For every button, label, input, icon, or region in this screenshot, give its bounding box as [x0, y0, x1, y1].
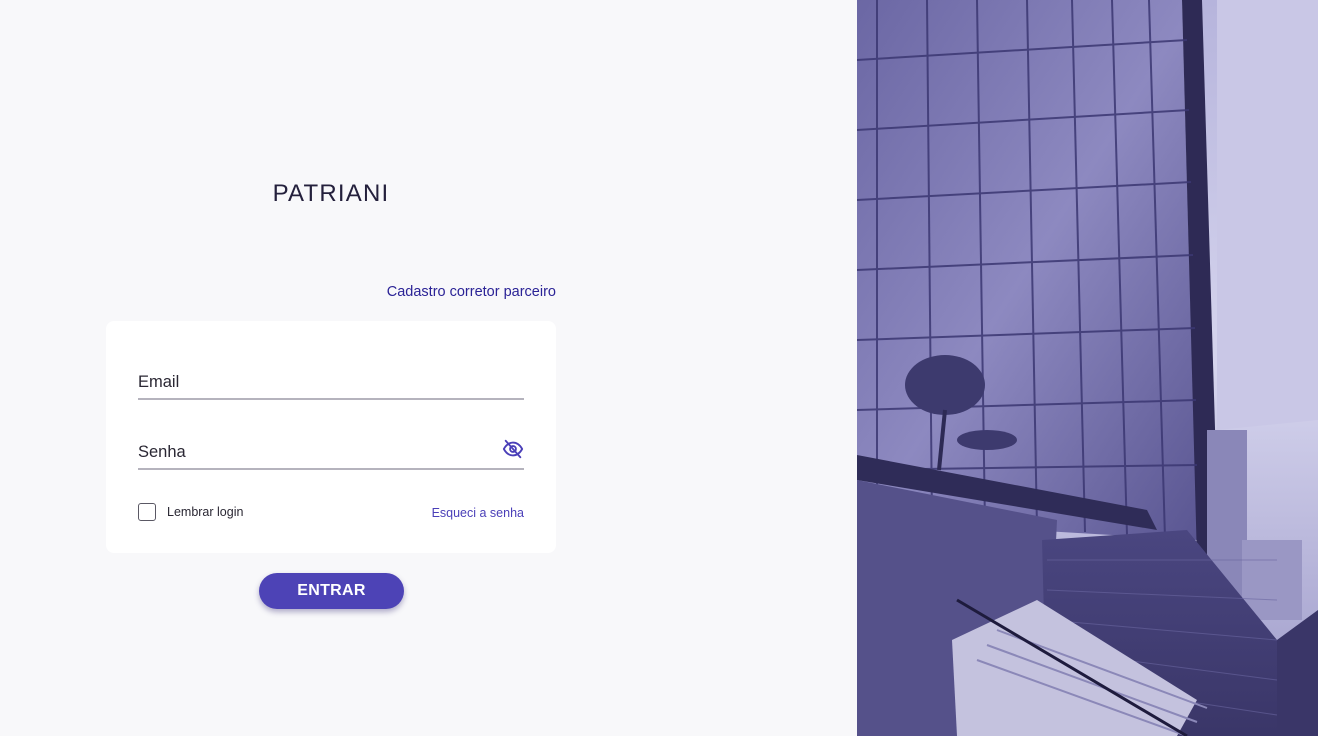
email-input[interactable]	[138, 373, 478, 392]
login-card: Lembrar login Esqueci a senha	[106, 321, 556, 553]
password-field-wrapper	[138, 428, 524, 470]
password-input[interactable]	[138, 443, 478, 462]
submit-button[interactable]: ENTRAR	[259, 573, 404, 609]
remember-login: Lembrar login	[138, 503, 243, 521]
remember-checkbox[interactable]	[138, 503, 156, 521]
building-illustration	[857, 0, 1318, 736]
login-panel: PATRIANI Cadastro corretor parceiro Lemb…	[0, 0, 857, 736]
forgot-password-link[interactable]: Esqueci a senha	[432, 506, 524, 520]
eye-off-icon[interactable]	[502, 438, 524, 460]
building-photo	[857, 0, 1318, 736]
partner-signup-link[interactable]: Cadastro corretor parceiro	[387, 284, 556, 300]
email-field-wrapper	[138, 358, 524, 400]
remember-label: Lembrar login	[167, 505, 244, 519]
brand-logo: PATRIANI	[272, 180, 390, 207]
